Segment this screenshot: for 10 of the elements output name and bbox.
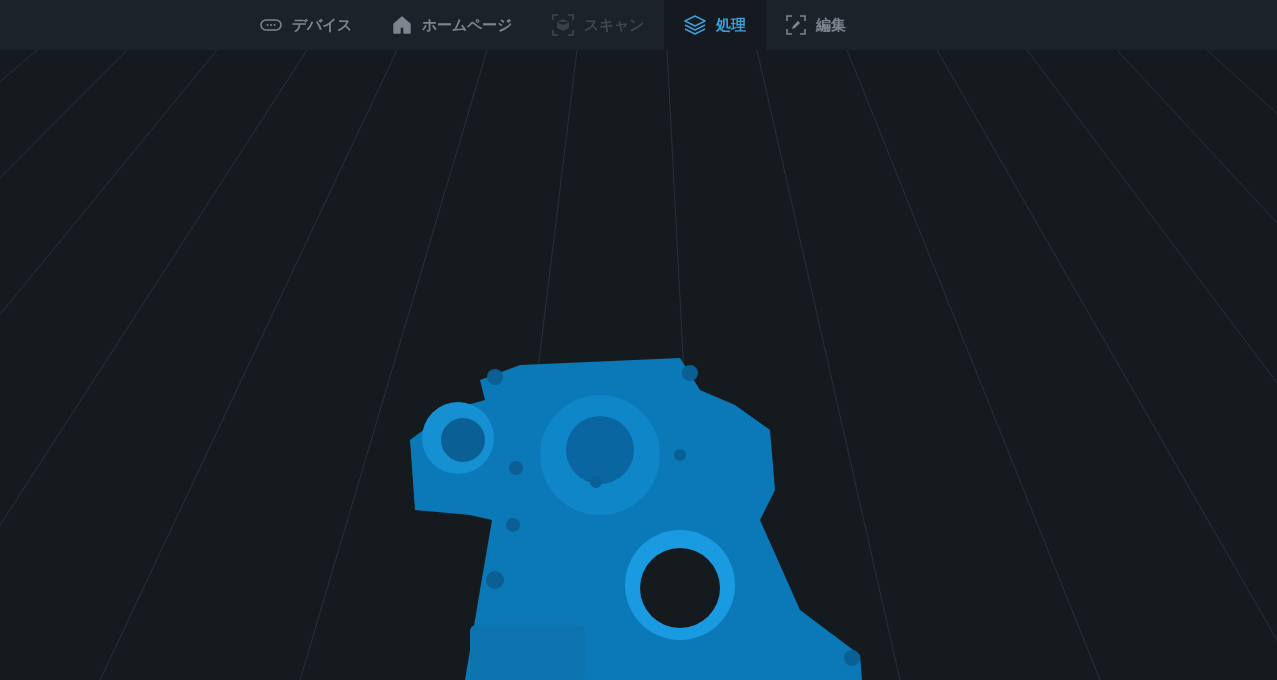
3d-viewport[interactable]	[0, 50, 1277, 680]
nav-tab[interactable]: ホームページ	[372, 0, 532, 50]
edit-icon	[786, 15, 806, 35]
nav-tab[interactable]: デバイス	[240, 0, 372, 50]
device-icon	[260, 19, 282, 31]
nav-tab[interactable]: 編集	[766, 0, 866, 50]
scan-icon	[552, 14, 574, 36]
nav-tab[interactable]: 処理	[664, 0, 766, 50]
home-icon	[392, 15, 412, 35]
layers-icon	[684, 15, 706, 35]
